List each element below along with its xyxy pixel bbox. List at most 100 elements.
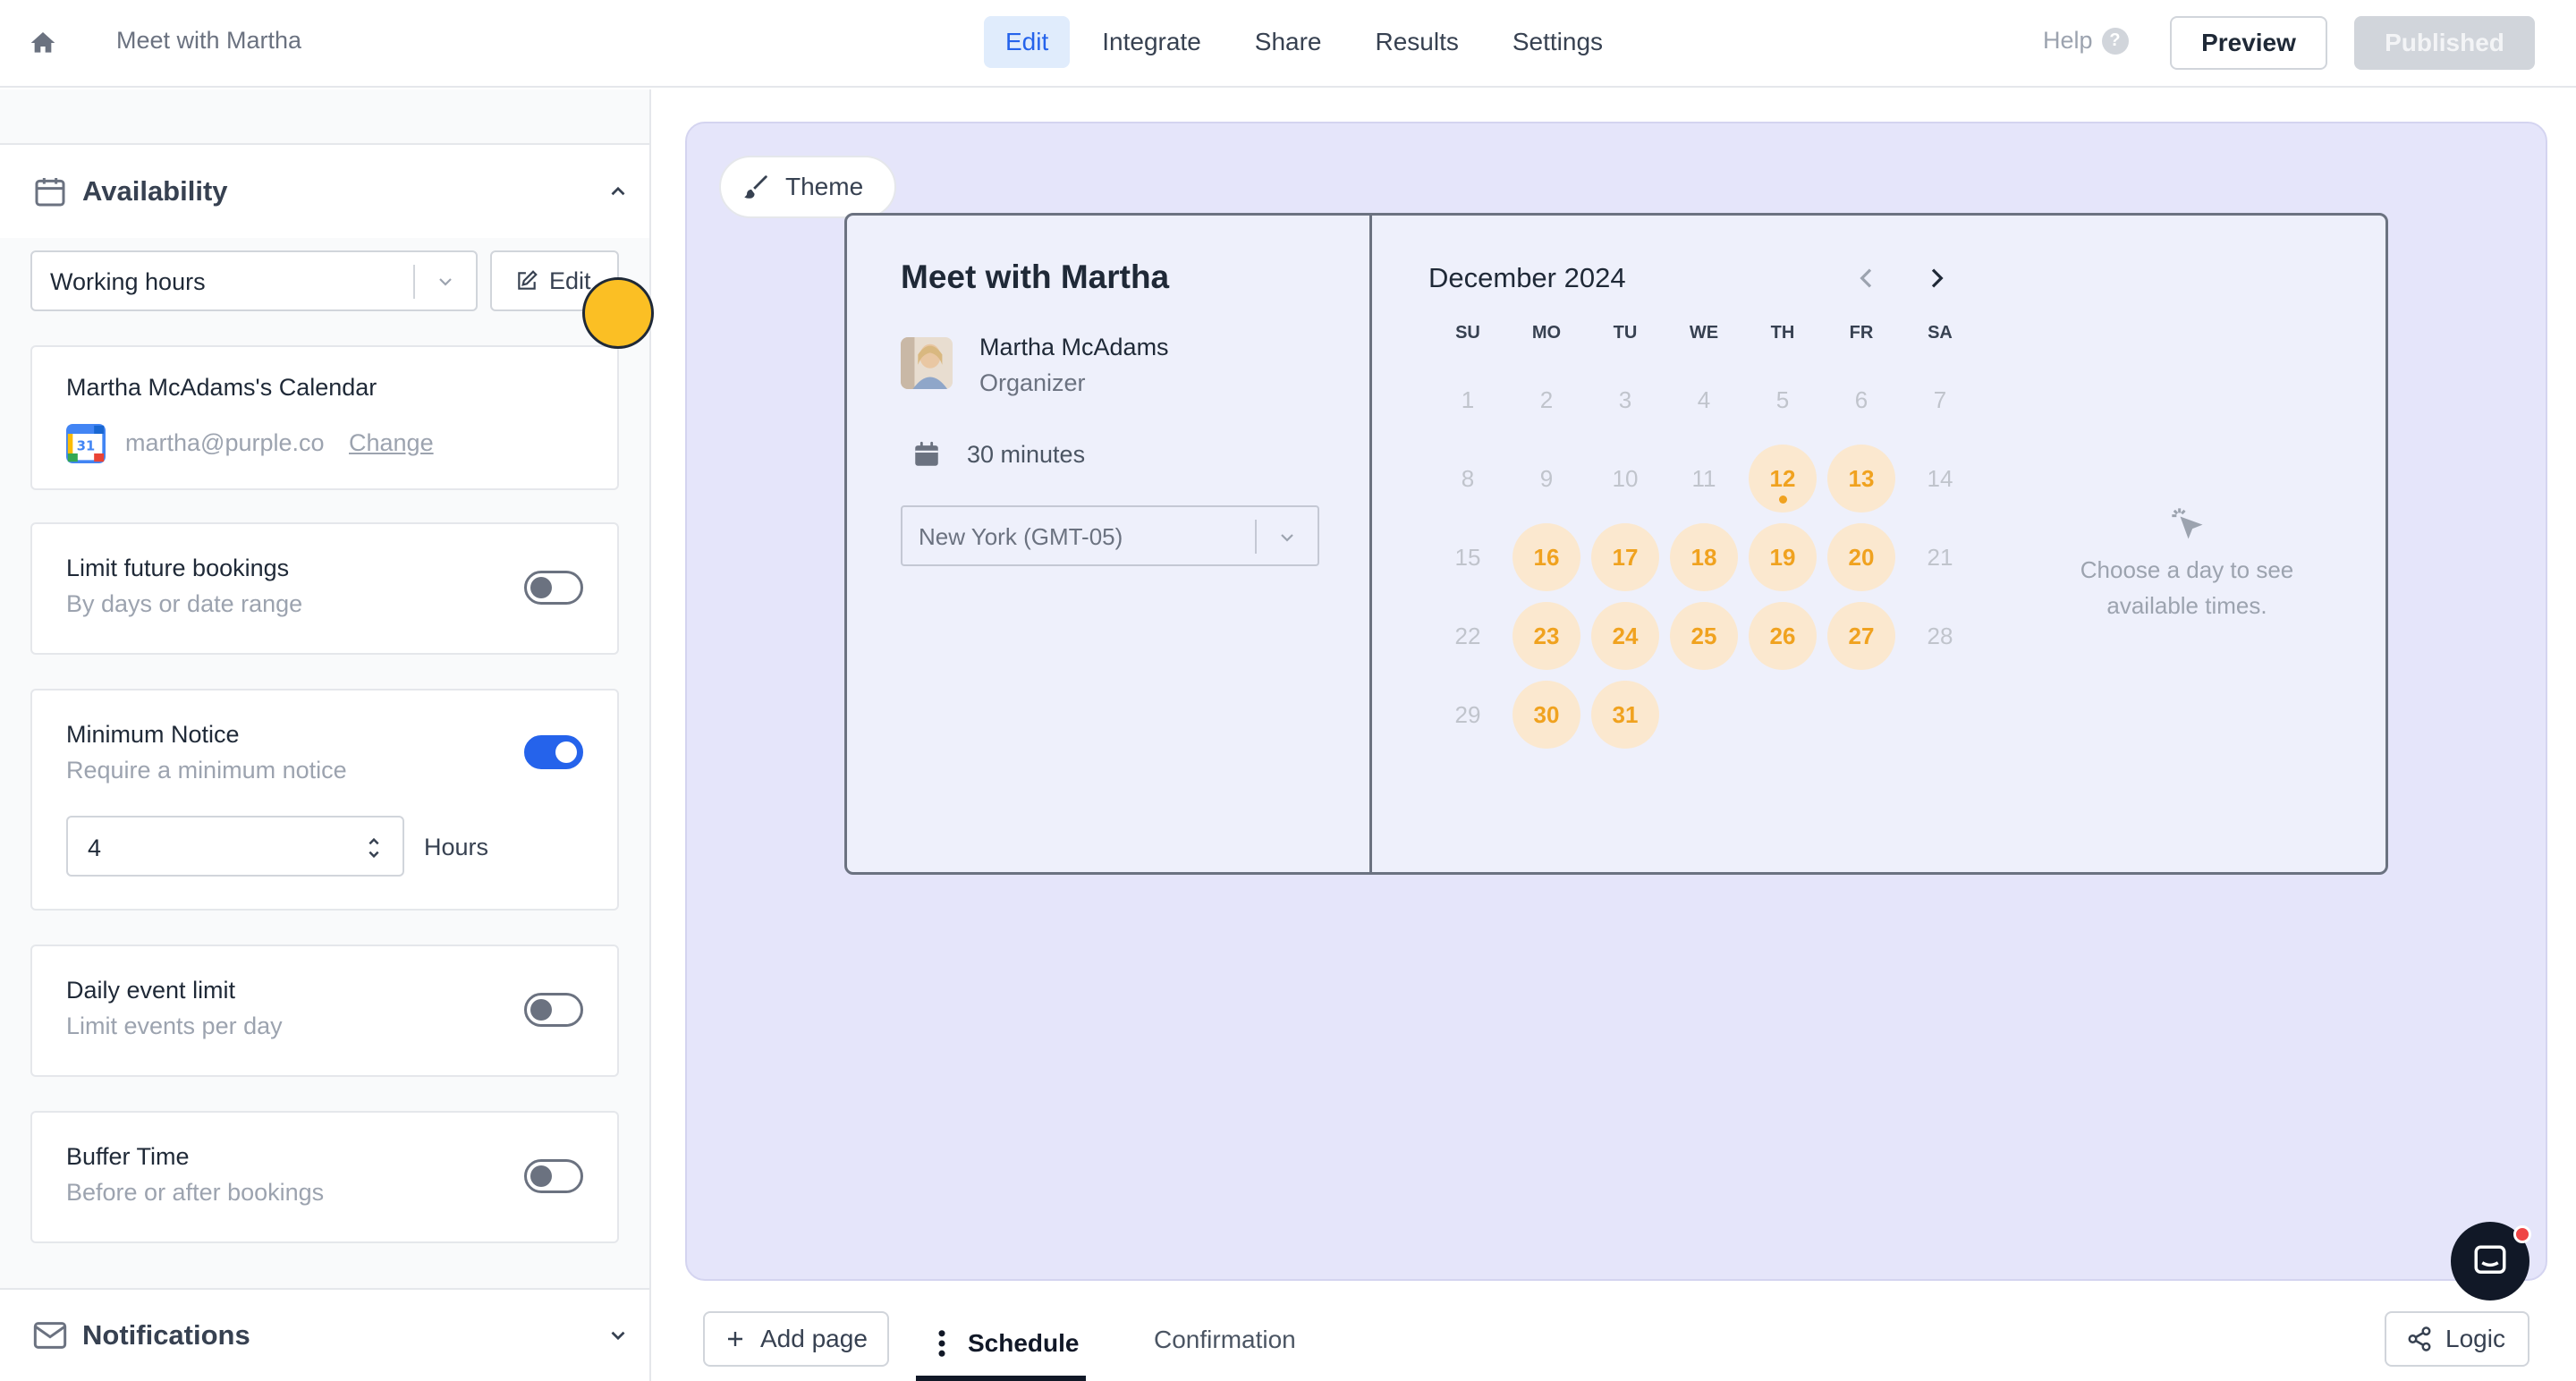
- calendar-icon: [35, 178, 65, 207]
- schedule-tab-label: Schedule: [968, 1329, 1080, 1357]
- daily-limit-sub: Limit events per day: [66, 1012, 283, 1039]
- help-link[interactable]: Help ?: [2043, 27, 2129, 55]
- share-nodes-icon: [2408, 1326, 2431, 1351]
- stepper-icon[interactable]: [367, 835, 381, 860]
- theme-button[interactable]: Theme: [719, 156, 896, 218]
- organizer-avatar: [901, 337, 953, 389]
- calendar-day: 5: [1749, 366, 1817, 434]
- calendar-day-available[interactable]: 27: [1827, 602, 1895, 670]
- weekday-label: SA: [1928, 323, 1953, 343]
- tab-settings[interactable]: Settings: [1491, 16, 1624, 68]
- day-number: 22: [1454, 622, 1481, 649]
- minimum-notice-sub: Require a minimum notice: [66, 757, 347, 784]
- chat-icon: [2474, 1245, 2506, 1274]
- day-number: 30: [1533, 700, 1560, 728]
- chevron-right-icon[interactable]: [1922, 264, 1951, 292]
- question-icon: ?: [2101, 27, 2129, 55]
- day-number: 19: [1769, 543, 1796, 571]
- day-number: 6: [1854, 385, 1868, 413]
- calendar-day: 9: [1513, 445, 1580, 513]
- calendar-email: martha@purple.co: [125, 429, 325, 456]
- scheduling-widget: Meet with Martha Martha McAdams Organize…: [844, 213, 2388, 875]
- calendar-day: 21: [1906, 523, 1974, 591]
- chevron-up-icon[interactable]: [606, 180, 630, 203]
- minimum-notice-input[interactable]: 4: [66, 816, 404, 877]
- calendar-day-available[interactable]: 12: [1749, 445, 1817, 513]
- chevron-left-icon[interactable]: [1852, 264, 1881, 292]
- connected-calendar-card: Martha McAdams's Calendar 31 martha@purp…: [30, 345, 619, 490]
- home-icon[interactable]: [29, 29, 57, 57]
- buffer-time-toggle[interactable]: [524, 1159, 583, 1193]
- tab-results[interactable]: Results: [1354, 16, 1480, 68]
- page-tab-schedule[interactable]: Schedule: [916, 1311, 1086, 1381]
- organizer-role: Organizer: [979, 369, 1086, 396]
- meeting-title: Meet with Martha: [901, 258, 1170, 295]
- calendar-day: 2: [1513, 366, 1580, 434]
- logic-label: Logic: [2445, 1325, 2505, 1352]
- timezone-select[interactable]: New York (GMT-05): [901, 505, 1319, 566]
- calendar-day-available[interactable]: 20: [1827, 523, 1895, 591]
- theme-label: Theme: [785, 173, 864, 200]
- day-number: 7: [1933, 385, 1947, 413]
- weekday-label: SU: [1455, 323, 1480, 343]
- day-number: 16: [1533, 543, 1560, 571]
- organizer-name: Martha McAdams: [979, 334, 1169, 360]
- preview-button[interactable]: Preview: [2170, 16, 2327, 70]
- calendar-day-available[interactable]: 13: [1827, 445, 1895, 513]
- add-page-button[interactable]: Add page: [703, 1311, 889, 1367]
- day-number: 25: [1690, 622, 1717, 649]
- tab-integrate[interactable]: Integrate: [1080, 16, 1223, 68]
- svg-text:31: 31: [77, 438, 95, 453]
- day-number: 31: [1612, 700, 1639, 728]
- day-number: 1: [1461, 385, 1475, 413]
- schedule-select[interactable]: Working hours: [30, 250, 478, 311]
- drag-handle-icon[interactable]: [937, 1329, 946, 1358]
- weekday-label: TU: [1613, 323, 1638, 343]
- timezone-value: New York (GMT-05): [919, 523, 1123, 550]
- day-number: 3: [1618, 385, 1632, 413]
- availability-header[interactable]: Availability: [0, 143, 649, 238]
- daily-limit-title: Daily event limit: [66, 977, 236, 1004]
- day-number: 5: [1775, 385, 1790, 413]
- calendar-day-available[interactable]: 31: [1591, 681, 1659, 749]
- calendar-day-available[interactable]: 23: [1513, 602, 1580, 670]
- calendar-day: 1: [1434, 366, 1502, 434]
- calendar-icon: [915, 441, 938, 466]
- page-tab-confirmation[interactable]: Confirmation: [1154, 1311, 1296, 1368]
- add-page-label: Add page: [760, 1325, 868, 1352]
- tab-share[interactable]: Share: [1233, 16, 1343, 68]
- daily-limit-toggle[interactable]: [524, 993, 583, 1027]
- calendar-day-available[interactable]: 30: [1513, 681, 1580, 749]
- calendar-day-available[interactable]: 17: [1591, 523, 1659, 591]
- calendar-day: 6: [1827, 366, 1895, 434]
- minimum-notice-toggle[interactable]: [524, 735, 583, 769]
- minimum-notice-value: 4: [88, 835, 102, 861]
- calendar-day: 3: [1591, 366, 1659, 434]
- minimum-notice-title: Minimum Notice: [66, 721, 240, 748]
- calendar-day-available[interactable]: 16: [1513, 523, 1580, 591]
- notifications-header[interactable]: Notifications: [0, 1288, 649, 1381]
- chevron-down-icon[interactable]: [606, 1324, 630, 1347]
- limit-future-title: Limit future bookings: [66, 555, 290, 581]
- day-number: 20: [1848, 543, 1875, 571]
- calendar-day: 29: [1434, 681, 1502, 749]
- day-number: 27: [1848, 622, 1875, 649]
- calendar-day-available[interactable]: 24: [1591, 602, 1659, 670]
- click-indicator: [582, 277, 654, 349]
- published-button[interactable]: Published: [2354, 16, 2535, 70]
- day-number: 17: [1612, 543, 1639, 571]
- weekday-label: FR: [1849, 323, 1874, 343]
- edit-icon: [518, 270, 538, 290]
- schedule-select-value: Working hours: [50, 268, 206, 295]
- buffer-time-title: Buffer Time: [66, 1143, 190, 1170]
- logic-button[interactable]: Logic: [2385, 1311, 2529, 1367]
- calendar-day-available[interactable]: 19: [1749, 523, 1817, 591]
- change-calendar-link[interactable]: Change: [349, 429, 434, 457]
- day-number: 14: [1927, 464, 1953, 492]
- google-calendar-icon: 31: [66, 424, 106, 463]
- limit-future-toggle[interactable]: [524, 571, 583, 605]
- calendar-day-available[interactable]: 25: [1670, 602, 1738, 670]
- calendar-day-available[interactable]: 18: [1670, 523, 1738, 591]
- calendar-day-available[interactable]: 26: [1749, 602, 1817, 670]
- tab-edit[interactable]: Edit: [984, 16, 1071, 68]
